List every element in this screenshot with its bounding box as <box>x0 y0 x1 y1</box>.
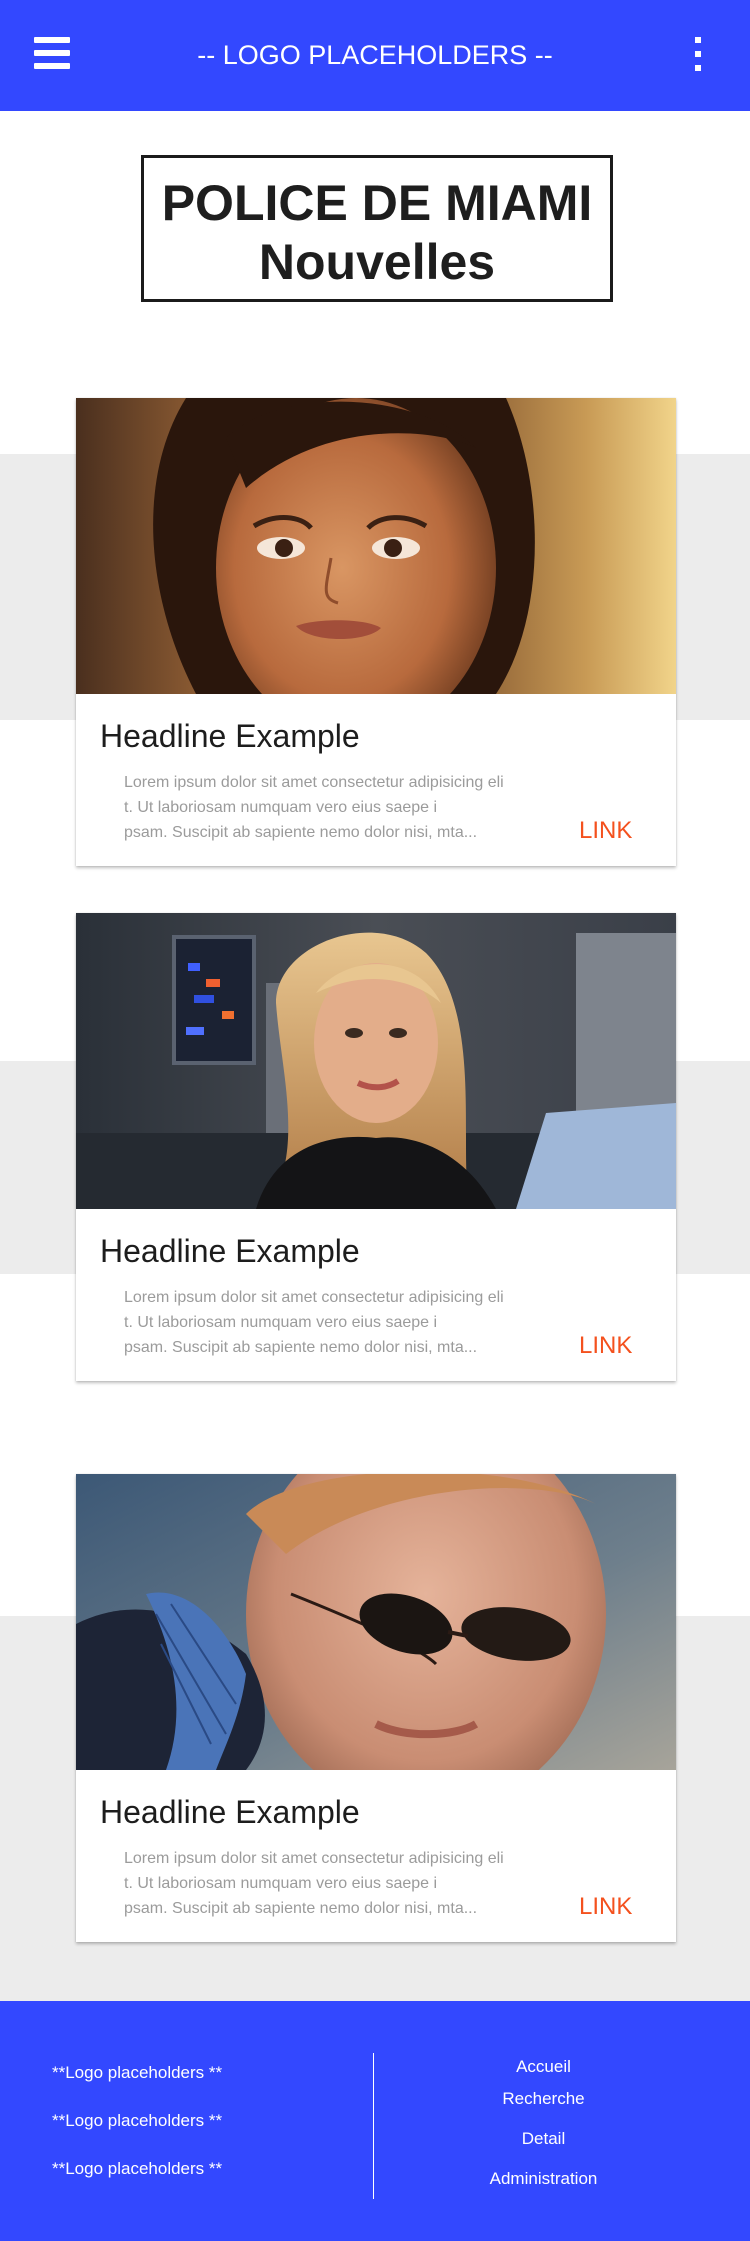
page-title-sub: Nouvelles <box>258 234 496 290</box>
news-card: Headline Example Lorem ipsum dolor sit a… <box>76 398 676 866</box>
card-image-man-sunglasses <box>76 1474 676 1770</box>
header-logo-placeholder: -- LOGO PLACEHOLDERS -- <box>197 40 553 70</box>
card-link-button[interactable]: LINK <box>579 816 632 846</box>
card-link-button[interactable]: LINK <box>579 1331 632 1361</box>
news-card: Headline Example Lorem ipsum dolor sit a… <box>76 913 676 1381</box>
footer-divider <box>373 2053 374 2199</box>
footer-logo-placeholder: **Logo placeholders ** <box>52 2159 223 2178</box>
card-image-woman-brunette <box>76 398 676 694</box>
footer-link-accueil[interactable]: Accueil <box>380 2056 707 2078</box>
card-headline: Headline Example <box>100 718 360 754</box>
page-title-main: POLICE DE MIAMI <box>161 175 593 231</box>
news-card: Headline Example Lorem ipsum dolor sit a… <box>76 1474 676 1942</box>
footer-link-detail[interactable]: Detail <box>380 2128 707 2150</box>
footer-link-recherche[interactable]: Recherche <box>380 2088 707 2110</box>
page-footer: **Logo placeholders ** **Logo placeholde… <box>0 2001 750 2241</box>
card-body-text: Lorem ipsum dolor sit amet consectetur a… <box>124 774 504 841</box>
footer-link-administration[interactable]: Administration <box>380 2168 707 2190</box>
card-body-text: Lorem ipsum dolor sit amet consectetur a… <box>124 1850 504 1917</box>
card-headline: Headline Example <box>100 1794 360 1830</box>
page-title: POLICE DE MIAMI Nouvelles <box>141 155 613 302</box>
card-body-text: Lorem ipsum dolor sit amet consectetur a… <box>124 1289 504 1356</box>
card-headline: Headline Example <box>100 1233 360 1269</box>
more-vertical-icon[interactable] <box>690 37 706 71</box>
card-link-button[interactable]: LINK <box>579 1892 632 1922</box>
footer-logo-placeholder: **Logo placeholders ** <box>52 2111 223 2130</box>
footer-logo-placeholder: **Logo placeholders ** <box>52 2063 223 2082</box>
app-header: -- LOGO PLACEHOLDERS -- <box>0 0 750 111</box>
card-image-woman-lab <box>76 913 676 1209</box>
